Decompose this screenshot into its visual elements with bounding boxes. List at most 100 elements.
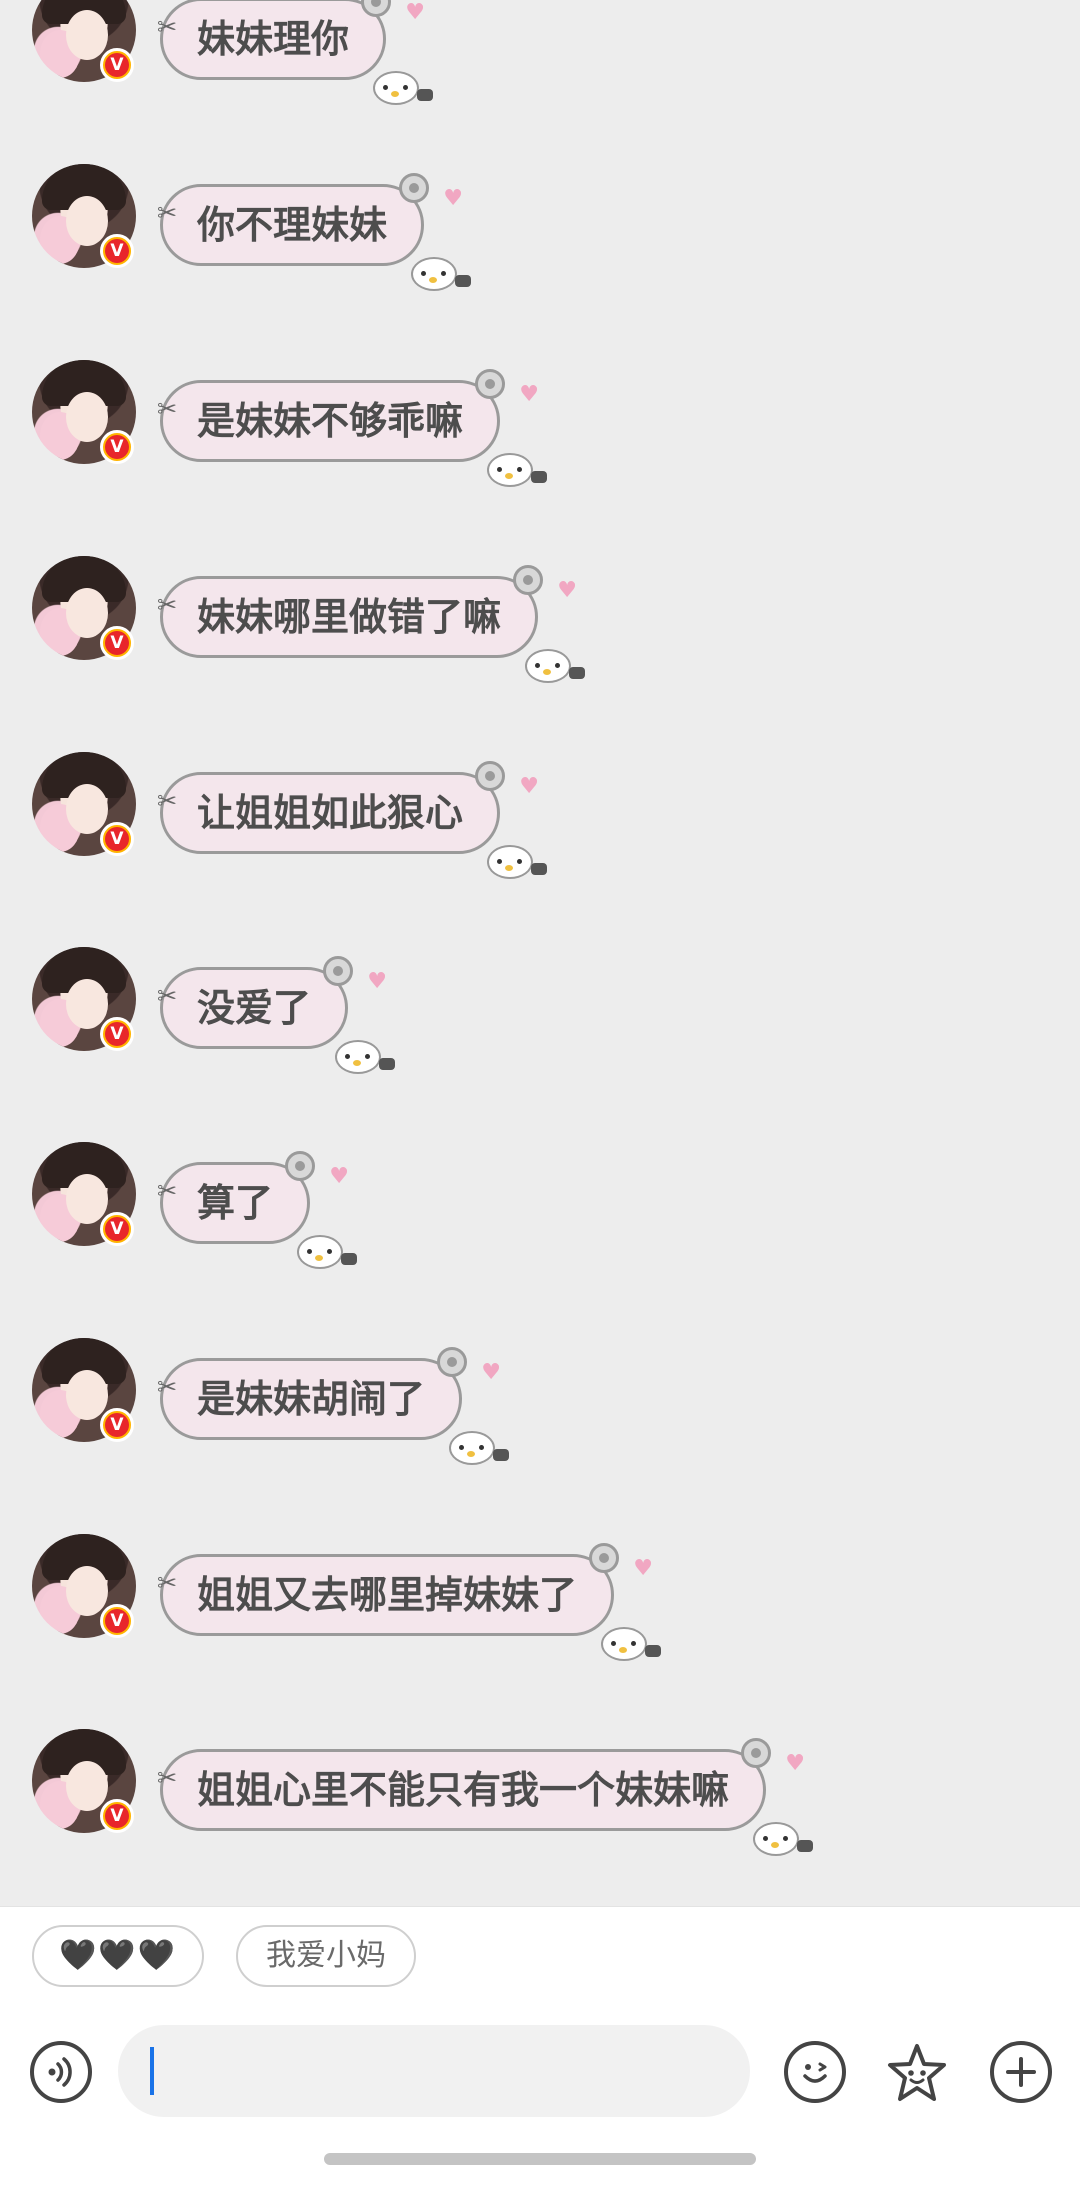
message-bubble[interactable]: ✂ ♥ 妹妹哪里做错了嘛: [157, 565, 586, 683]
chat-area[interactable]: V ✂ ♥ 妹妹理你 V ✂ ♥ 你不理妹妹 V ✂ ♥ 是妹妹不够乖嘛 V ✂ ♥ 妹妹哪里做错了嘛 V ✂ ♥ 让…: [0, 0, 1080, 1906]
bear-ear-icon: [513, 565, 544, 595]
kitty-icon: [601, 1627, 662, 1661]
message-text: 妹妹理你: [197, 17, 350, 61]
heart-icon: ♥: [557, 578, 578, 603]
message-row: V ✂ ♥ 你不理妹妹: [0, 164, 1080, 304]
message-text: 是妹妹不够乖嘛: [197, 399, 464, 443]
heart-icon: ♥: [329, 1164, 350, 1189]
kitty-icon: [373, 71, 434, 105]
bear-ear-icon: [741, 1738, 772, 1768]
message-bubble[interactable]: ✂ ♥ 没爱了: [157, 956, 396, 1074]
heart-icon: ♥: [519, 382, 540, 407]
bow-icon: ✂: [157, 199, 178, 227]
verified-badge-icon: V: [100, 626, 134, 660]
home-indicator[interactable]: [324, 2153, 756, 2165]
message-row: V ✂ ♥ 让姐姐如此狠心: [0, 752, 1080, 892]
message-row: V ✂ ♥ 是妹妹胡闹了: [0, 1338, 1080, 1478]
message-bubble[interactable]: ✂ ♥ 算了: [157, 1151, 358, 1269]
bear-ear-icon: [285, 1151, 316, 1181]
bow-icon: ✂: [157, 787, 178, 815]
badge-text: V: [105, 1609, 129, 1633]
verified-badge-icon: V: [100, 1017, 134, 1051]
kitty-icon: [411, 257, 472, 291]
heart-icon: ♥: [785, 1751, 806, 1776]
text-cursor: [150, 2047, 154, 2095]
heart-icon: ♥: [481, 1360, 502, 1385]
message-row: V ✂ ♥ 妹妹哪里做错了嘛: [0, 556, 1080, 696]
kitty-icon: [753, 1822, 814, 1856]
badge-text: V: [105, 1413, 129, 1437]
message-row: V ✂ ♥ 是妹妹不够乖嘛: [0, 360, 1080, 500]
bow-icon: ✂: [157, 1373, 178, 1401]
message-bubble[interactable]: ✂ ♥ 是妹妹不够乖嘛: [157, 369, 548, 487]
verified-badge-icon: V: [100, 234, 134, 268]
message-bubble[interactable]: ✂ ♥ 你不理妹妹: [157, 173, 472, 291]
heart-icon: ♥: [405, 0, 426, 25]
badge-text: V: [105, 1217, 129, 1241]
message-bubble[interactable]: ✂ ♥ 妹妹理你: [157, 0, 434, 105]
bow-icon: ✂: [157, 13, 178, 41]
verified-badge-icon: V: [100, 1408, 134, 1442]
kitty-icon: [525, 649, 586, 683]
quick-reply-chip[interactable]: 🖤🖤🖤: [32, 1925, 204, 1987]
kitty-icon: [297, 1235, 358, 1269]
message-text: 让姐姐如此狠心: [197, 791, 464, 835]
bow-icon: ✂: [157, 1177, 178, 1205]
message-bubble[interactable]: ✂ ♥ 姐姐心里不能只有我一个妹妹嘛: [157, 1738, 814, 1856]
heart-icon: ♥: [633, 1556, 654, 1581]
bear-ear-icon: [437, 1347, 468, 1377]
sound-wave-icon: [48, 2057, 72, 2087]
voice-input-icon[interactable]: [30, 2041, 92, 2103]
bow-icon: ✂: [157, 1569, 178, 1597]
verified-badge-icon: V: [100, 1799, 134, 1833]
badge-text: V: [105, 827, 129, 851]
emoji-icon[interactable]: [784, 2041, 846, 2103]
verified-badge-icon: V: [100, 1604, 134, 1638]
badge-text: V: [105, 239, 129, 263]
message-text: 是妹妹胡闹了: [197, 1377, 426, 1421]
heart-icon: ♥: [443, 186, 464, 211]
bow-icon: ✂: [157, 982, 178, 1010]
badge-text: V: [105, 53, 129, 77]
sticker-icon[interactable]: [884, 2041, 950, 2107]
heart-icon: ♥: [519, 774, 540, 799]
bow-icon: ✂: [157, 1764, 178, 1792]
bear-ear-icon: [475, 761, 506, 791]
heart-icon: ♥: [367, 969, 388, 994]
bow-icon: ✂: [157, 591, 178, 619]
message-bubble[interactable]: ✂ ♥ 是妹妹胡闹了: [157, 1347, 510, 1465]
quick-reply-chip[interactable]: 我爱小妈: [236, 1925, 416, 1987]
message-text: 没爱了: [197, 986, 312, 1030]
badge-text: V: [105, 1804, 129, 1828]
verified-badge-icon: V: [100, 822, 134, 856]
verified-badge-icon: V: [100, 48, 134, 82]
verified-badge-icon: V: [100, 1212, 134, 1246]
bear-ear-icon: [399, 173, 430, 203]
message-row: V ✂ ♥ 算了: [0, 1142, 1080, 1282]
badge-text: V: [105, 1022, 129, 1046]
badge-text: V: [105, 435, 129, 459]
bottom-input-panel: 🖤🖤🖤 我爱小妈: [0, 1906, 1080, 2188]
kitty-icon: [449, 1431, 510, 1465]
kitty-icon: [335, 1040, 396, 1074]
kitty-icon: [487, 453, 548, 487]
kitty-icon: [487, 845, 548, 879]
add-more-icon[interactable]: [990, 2041, 1052, 2103]
badge-text: V: [105, 631, 129, 655]
bear-ear-icon: [589, 1543, 620, 1573]
message-text: 姐姐又去哪里掉妹妹了: [197, 1573, 578, 1617]
bow-icon: ✂: [157, 395, 178, 423]
message-row: V ✂ ♥ 没爱了: [0, 947, 1080, 1087]
message-row: V ✂ ♥ 姐姐又去哪里掉妹妹了: [0, 1534, 1080, 1674]
message-bubble[interactable]: ✂ ♥ 姐姐又去哪里掉妹妹了: [157, 1543, 662, 1661]
message-input[interactable]: [118, 2025, 750, 2117]
bear-ear-icon: [361, 0, 392, 17]
verified-badge-icon: V: [100, 430, 134, 464]
message-text: 算了: [197, 1181, 274, 1225]
message-row: V ✂ ♥ 妹妹理你: [0, 0, 1080, 118]
message-text: 你不理妹妹: [197, 203, 388, 247]
message-bubble[interactable]: ✂ ♥ 让姐姐如此狠心: [157, 761, 548, 879]
message-text: 姐姐心里不能只有我一个妹妹嘛: [197, 1768, 730, 1812]
message-row: V ✂ ♥ 姐姐心里不能只有我一个妹妹嘛: [0, 1729, 1080, 1869]
message-text: 妹妹哪里做错了嘛: [197, 595, 502, 639]
